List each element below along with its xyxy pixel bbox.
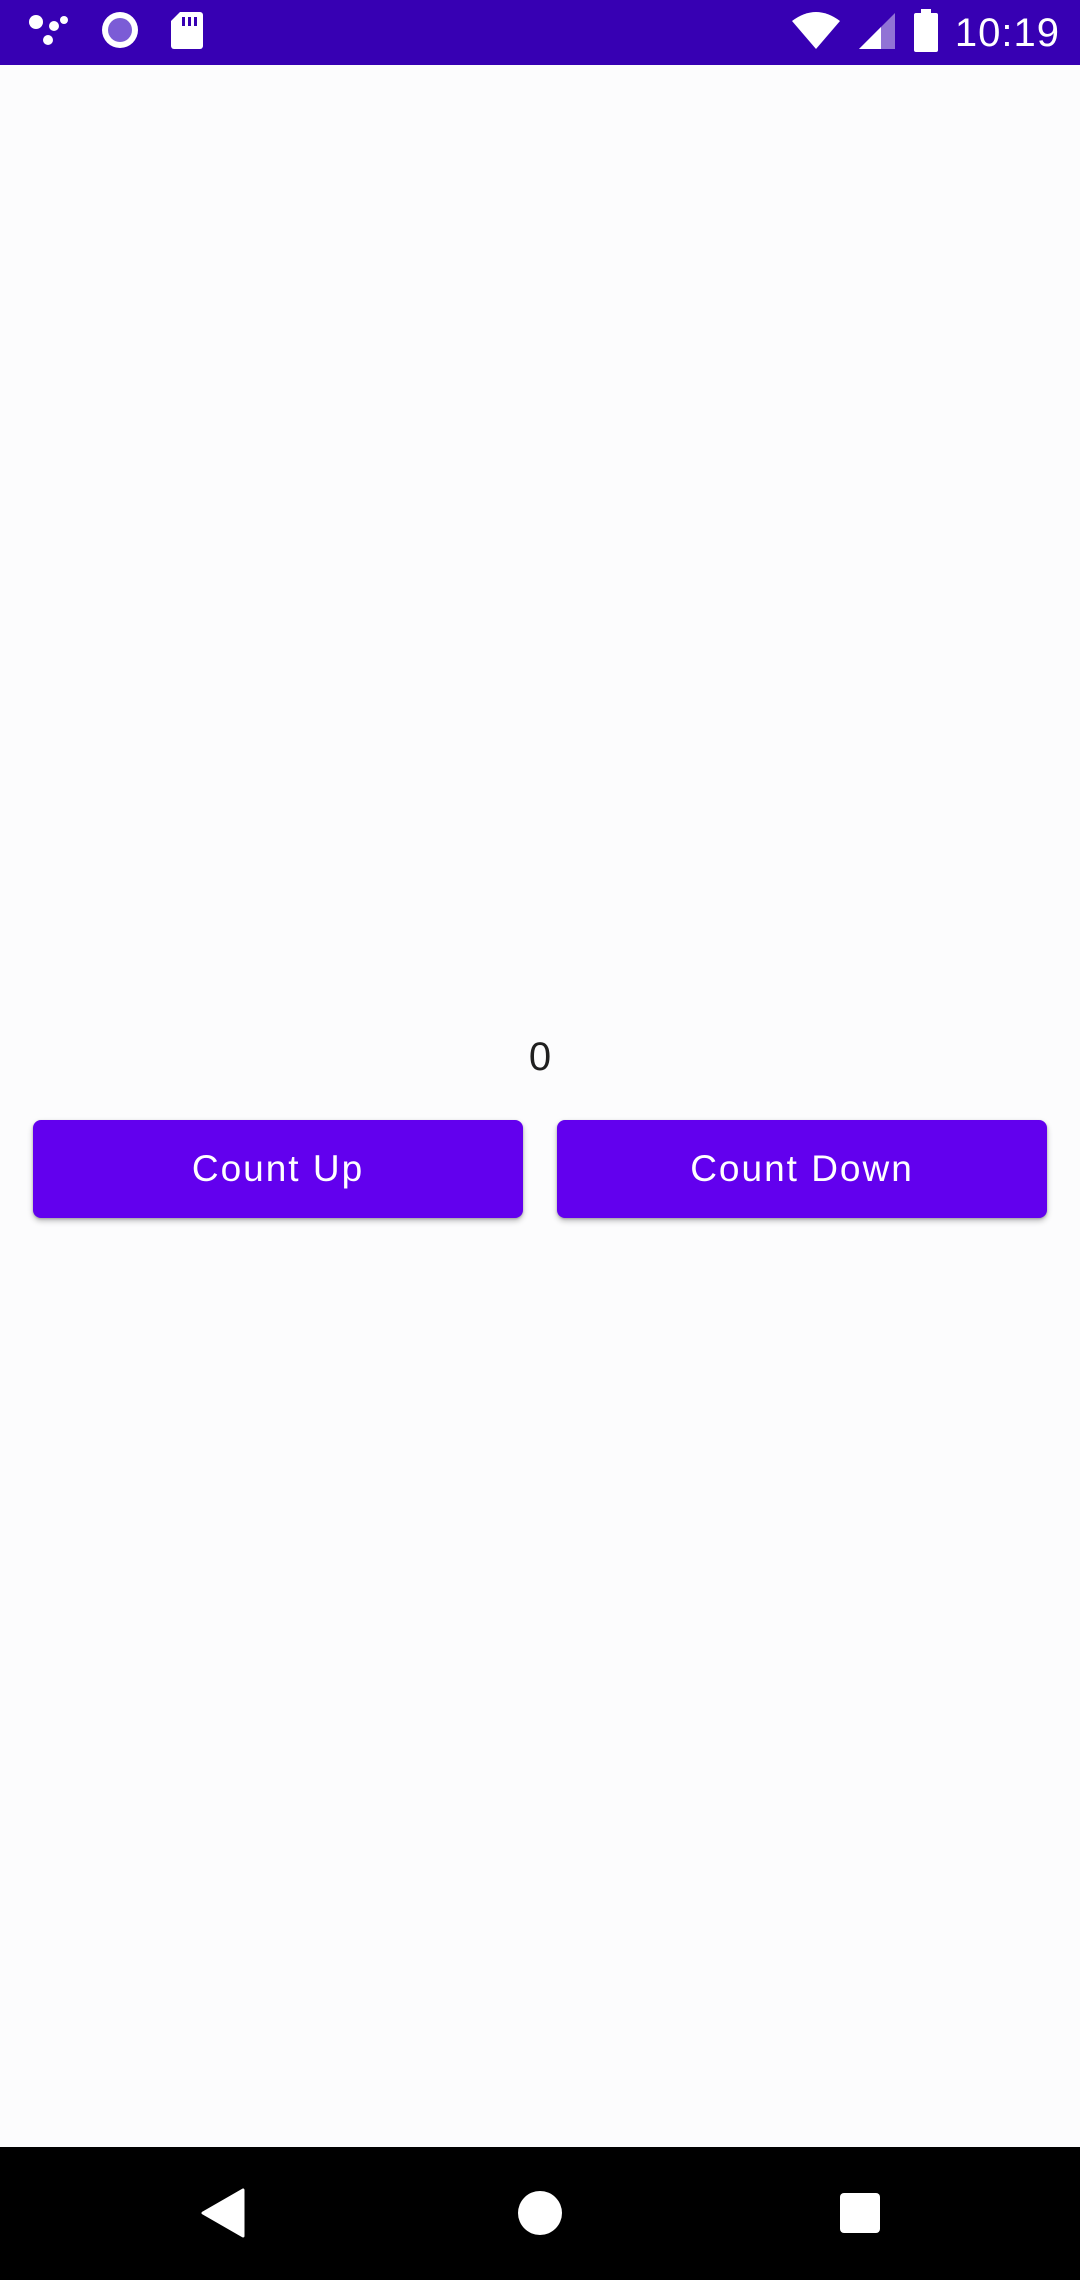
count-up-label: Count Up — [191, 1148, 365, 1189]
status-bar-right: 10:19 — [791, 8, 1060, 58]
status-bar: 10:19 — [0, 0, 1080, 65]
navigation-bar — [0, 2147, 1080, 2280]
counter-value: 0 — [528, 1035, 552, 1079]
cell-signal-icon — [857, 11, 897, 56]
wifi-icon — [791, 11, 841, 56]
home-icon[interactable] — [504, 2177, 576, 2249]
status-time: 10:19 — [954, 10, 1060, 55]
record-circle-icon — [100, 10, 140, 55]
back-icon[interactable] — [186, 2177, 258, 2249]
count-down-button[interactable]: Count Down — [557, 1120, 1047, 1218]
battery-icon — [913, 8, 939, 58]
assistant-dots-icon — [28, 12, 70, 53]
count-down-label: Count Down — [690, 1148, 914, 1189]
sd-card-icon — [170, 10, 204, 55]
status-bar-left — [28, 10, 204, 55]
recents-icon[interactable] — [824, 2177, 896, 2249]
app-screen: 10:19 0 Count Up Count Down — [0, 0, 1080, 2280]
count-up-button[interactable]: Count Up — [33, 1120, 523, 1218]
